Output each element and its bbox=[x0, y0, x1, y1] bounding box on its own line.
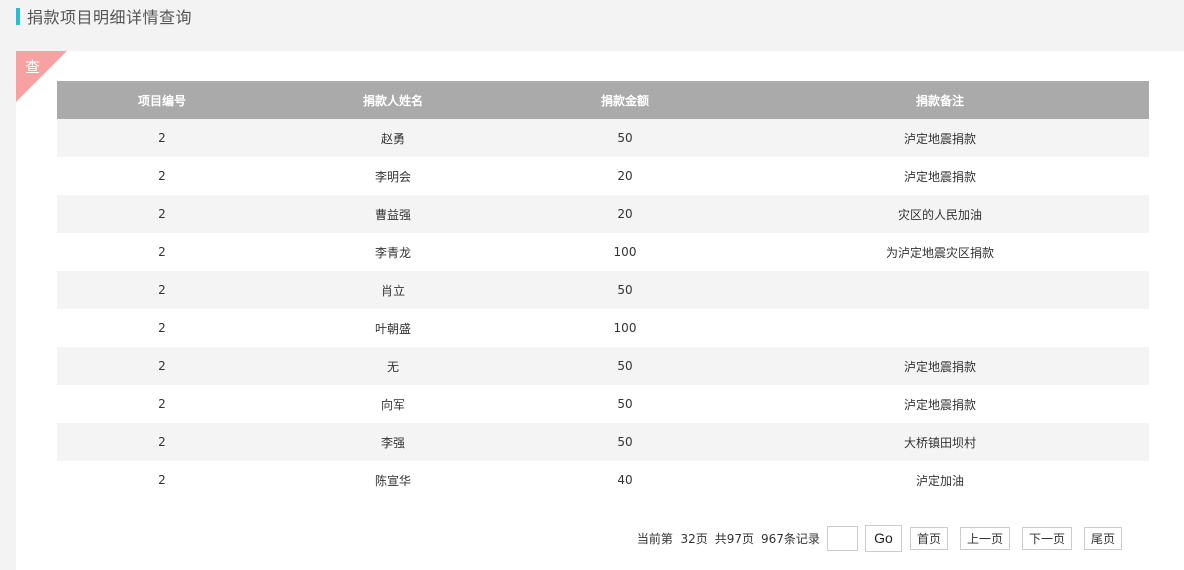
cell-remark: 泸定加油 bbox=[731, 461, 1149, 499]
cell-remark bbox=[731, 309, 1149, 347]
cell-donor-name: 叶朝盛 bbox=[267, 309, 519, 347]
column-header-donor-name: 捐款人姓名 bbox=[267, 81, 519, 119]
cell-remark: 大桥镇田坝村 bbox=[731, 423, 1149, 461]
cell-amount: 50 bbox=[519, 423, 731, 461]
cell-donor-name: 李强 bbox=[267, 423, 519, 461]
cell-project-id: 2 bbox=[57, 347, 267, 385]
cell-donor-name: 肖立 bbox=[267, 271, 519, 309]
cell-project-id: 2 bbox=[57, 195, 267, 233]
cell-project-id: 2 bbox=[57, 385, 267, 423]
table-header-row: 项目编号 捐款人姓名 捐款金额 捐款备注 bbox=[57, 81, 1149, 119]
cell-project-id: 2 bbox=[57, 461, 267, 499]
column-header-amount: 捐款金额 bbox=[519, 81, 731, 119]
total-pages-text: 共97页 bbox=[714, 531, 755, 546]
cell-amount: 20 bbox=[519, 157, 731, 195]
cell-amount: 100 bbox=[519, 309, 731, 347]
cell-donor-name: 曹益强 bbox=[267, 195, 519, 233]
first-page-button[interactable]: 首页 bbox=[909, 526, 948, 550]
table-row: 2 李青龙 100 为泸定地震灾区捐款 bbox=[57, 233, 1149, 271]
cell-project-id: 2 bbox=[57, 157, 267, 195]
column-header-project-id: 项目编号 bbox=[57, 81, 267, 119]
current-page-text: 当前第 32页 bbox=[636, 531, 708, 546]
page-title: 捐款项目明细详情查询 bbox=[27, 8, 193, 27]
table-row: 2 李强 50 大桥镇田坝村 bbox=[57, 423, 1149, 461]
total-records-text: 967条记录 bbox=[761, 531, 820, 546]
cell-amount: 50 bbox=[519, 385, 731, 423]
cell-amount: 40 bbox=[519, 461, 731, 499]
donation-table: 项目编号 捐款人姓名 捐款金额 捐款备注 2 赵勇 50 泸定地震捐款 2 李明… bbox=[57, 81, 1149, 499]
page-number-input[interactable] bbox=[826, 525, 858, 551]
prev-page-button[interactable]: 上一页 bbox=[959, 526, 1010, 550]
cell-donor-name: 陈宣华 bbox=[267, 461, 519, 499]
table-row: 2 叶朝盛 100 bbox=[57, 309, 1149, 347]
cell-donor-name: 李明会 bbox=[267, 157, 519, 195]
pagination: 当前第 32页 共97页 967条记录 Go 首页 上一页 下一页 尾页 bbox=[636, 524, 1122, 552]
cell-amount: 50 bbox=[519, 271, 731, 309]
cell-amount: 100 bbox=[519, 233, 731, 271]
cell-remark bbox=[731, 271, 1149, 309]
cell-remark: 为泸定地震灾区捐款 bbox=[731, 233, 1149, 271]
cell-amount: 20 bbox=[519, 195, 731, 233]
content-panel: 查 项目编号 捐款人姓名 捐款金额 捐款备注 2 赵勇 50 泸定地震捐款 2 … bbox=[16, 51, 1184, 570]
page-header: 捐款项目明细详情查询 bbox=[16, 6, 193, 27]
cell-amount: 50 bbox=[519, 347, 731, 385]
go-button[interactable]: Go bbox=[864, 524, 902, 552]
cell-donor-name: 赵勇 bbox=[267, 119, 519, 157]
cell-donor-name: 向军 bbox=[267, 385, 519, 423]
table-row: 2 李明会 20 泸定地震捐款 bbox=[57, 157, 1149, 195]
table-row: 2 无 50 泸定地震捐款 bbox=[57, 347, 1149, 385]
cell-remark: 泸定地震捐款 bbox=[731, 385, 1149, 423]
corner-ribbon-label: 查 bbox=[25, 58, 41, 76]
cell-remark: 泸定地震捐款 bbox=[731, 157, 1149, 195]
cell-remark: 泸定地震捐款 bbox=[731, 347, 1149, 385]
cell-project-id: 2 bbox=[57, 119, 267, 157]
table-row: 2 曹益强 20 灾区的人民加油 bbox=[57, 195, 1149, 233]
title-accent-bar bbox=[16, 7, 20, 25]
next-page-button[interactable]: 下一页 bbox=[1021, 526, 1072, 550]
cell-project-id: 2 bbox=[57, 233, 267, 271]
last-page-button[interactable]: 尾页 bbox=[1083, 526, 1122, 550]
table-row: 2 赵勇 50 泸定地震捐款 bbox=[57, 119, 1149, 157]
cell-project-id: 2 bbox=[57, 423, 267, 461]
cell-donor-name: 无 bbox=[267, 347, 519, 385]
cell-project-id: 2 bbox=[57, 309, 267, 347]
cell-remark: 灾区的人民加油 bbox=[731, 195, 1149, 233]
cell-amount: 50 bbox=[519, 119, 731, 157]
table-row: 2 向军 50 泸定地震捐款 bbox=[57, 385, 1149, 423]
table-row: 2 肖立 50 bbox=[57, 271, 1149, 309]
cell-donor-name: 李青龙 bbox=[267, 233, 519, 271]
cell-remark: 泸定地震捐款 bbox=[731, 119, 1149, 157]
table-row: 2 陈宣华 40 泸定加油 bbox=[57, 461, 1149, 499]
column-header-remark: 捐款备注 bbox=[731, 81, 1149, 119]
cell-project-id: 2 bbox=[57, 271, 267, 309]
